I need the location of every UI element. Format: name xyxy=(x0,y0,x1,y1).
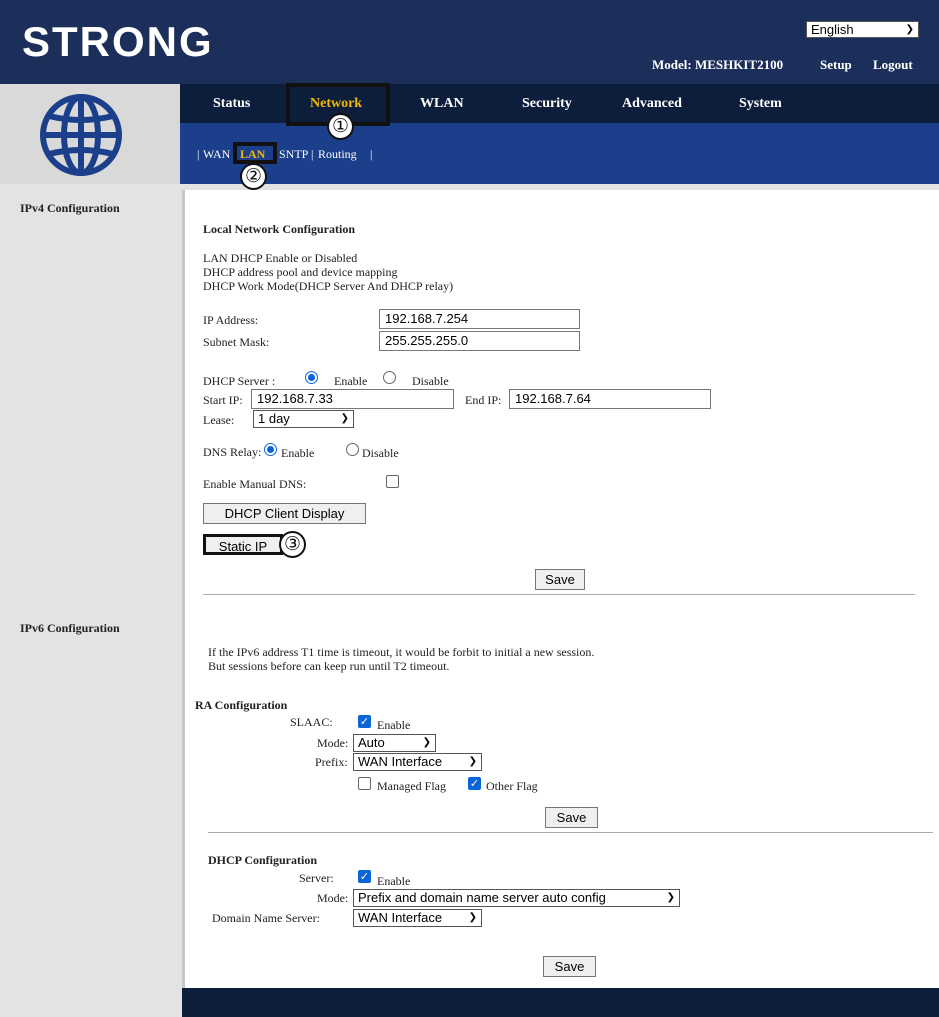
dhcp-server-v6-enable-label: Enable xyxy=(377,874,411,888)
static-ip-button[interactable]: Static IP xyxy=(203,534,283,555)
language-select[interactable]: English ❯ xyxy=(806,21,919,38)
manual-dns-checkbox[interactable] xyxy=(386,475,399,488)
logout-link[interactable]: Logout xyxy=(873,57,913,73)
dhcp-client-display-button[interactable]: DHCP Client Display xyxy=(203,503,366,524)
sidebar-ipv6-heading: IPv6 Configuration xyxy=(20,621,120,635)
chevron-down-icon: ❯ xyxy=(340,413,349,424)
subnav-sntp[interactable]: SNTP xyxy=(279,147,308,162)
section-divider xyxy=(208,832,933,833)
lease-select[interactable]: 1 day ❯ xyxy=(253,410,354,428)
nav-wlan[interactable]: WLAN xyxy=(420,96,464,112)
dns-relay-enable-radio[interactable] xyxy=(264,443,277,456)
footer-bar xyxy=(182,988,939,1017)
dhcp-mode-label: Mode: xyxy=(317,891,349,905)
ra-mode-select[interactable]: Auto ❯ xyxy=(353,734,436,752)
other-flag-checkbox[interactable]: ✓ xyxy=(468,777,481,790)
dhcp-mode-value: Prefix and domain name server auto confi… xyxy=(358,890,606,905)
dhcp-save-button[interactable]: Save xyxy=(543,956,596,977)
lease-value: 1 day xyxy=(258,411,290,426)
subnav-wan[interactable]: WAN xyxy=(203,147,230,162)
ra-mode-value: Auto xyxy=(358,735,385,750)
callout-number-3: ③ xyxy=(279,531,306,558)
dns-relay-disable-radio[interactable] xyxy=(346,443,359,456)
manual-dns-label: Enable Manual DNS: xyxy=(203,477,307,491)
ipv6-note-1: If the IPv6 address T1 time is timeout, … xyxy=(208,645,595,659)
dhcp-server-v6-checkbox[interactable]: ✓ xyxy=(358,870,371,883)
nav-status[interactable]: Status xyxy=(213,96,250,112)
chevron-down-icon: ❯ xyxy=(422,737,431,748)
ipv4-desc-1: LAN DHCP Enable or Disabled xyxy=(203,251,358,265)
ra-mode-label: Mode: xyxy=(317,736,349,750)
subnav-routing[interactable]: Routing xyxy=(318,147,357,162)
dns-relay-label: DNS Relay: xyxy=(203,445,262,459)
dhcp-server-disable-label: Disable xyxy=(412,374,449,388)
slaac-label: SLAAC: xyxy=(290,715,333,729)
dhcp-mode-select[interactable]: Prefix and domain name server auto confi… xyxy=(353,889,680,907)
chevron-down-icon: ❯ xyxy=(905,24,914,35)
subnav-sep: | xyxy=(197,147,200,161)
ip-address-label: IP Address: xyxy=(203,313,259,327)
globe-icon xyxy=(40,94,122,176)
local-network-title: Local Network Configuration xyxy=(203,222,355,236)
domain-name-server-label: Domain Name Server: xyxy=(212,911,320,925)
dhcp-server-enable-radio[interactable] xyxy=(305,371,318,384)
setup-link[interactable]: Setup xyxy=(820,57,852,73)
slaac-enable-label: Enable xyxy=(377,718,411,732)
start-ip-input[interactable]: 192.168.7.33 xyxy=(251,389,454,409)
dhcp-server-enable-label: Enable xyxy=(334,374,368,388)
dhcp-server-disable-radio[interactable] xyxy=(383,371,396,384)
nav-system[interactable]: System xyxy=(739,96,782,112)
chevron-down-icon: ❯ xyxy=(666,892,675,903)
ipv4-desc-2: DHCP address pool and device mapping xyxy=(203,265,398,279)
slaac-enable-checkbox[interactable]: ✓ xyxy=(358,715,371,728)
end-ip-label: End IP: xyxy=(465,393,502,407)
language-value: English xyxy=(811,22,854,37)
start-ip-label: Start IP: xyxy=(203,393,243,407)
strong-logo: STRONG xyxy=(22,18,214,65)
ipv4-save-button[interactable]: Save xyxy=(535,569,585,590)
sidebar-ipv4-heading: IPv4 Configuration xyxy=(20,201,120,215)
nav-security[interactable]: Security xyxy=(522,96,572,112)
ra-save-button[interactable]: Save xyxy=(545,807,598,828)
subnav-sep: | xyxy=(311,147,314,161)
domain-name-server-select[interactable]: WAN Interface ❯ xyxy=(353,909,482,927)
dhcp-config-title: DHCP Configuration xyxy=(208,853,318,867)
dhcp-server-v6-label: Server: xyxy=(299,871,334,885)
ipv4-desc-3: DHCP Work Mode(DHCP Server And DHCP rela… xyxy=(203,279,454,293)
other-flag-label: Other Flag xyxy=(486,779,538,793)
globe-panel xyxy=(0,84,180,184)
callout-number-1: ① xyxy=(327,113,354,140)
ip-address-input[interactable]: 192.168.7.254 xyxy=(379,309,580,329)
ra-config-title: RA Configuration xyxy=(195,698,288,712)
end-ip-input[interactable]: 192.168.7.64 xyxy=(509,389,711,409)
chevron-down-icon: ❯ xyxy=(468,756,477,767)
prefix-value: WAN Interface xyxy=(358,754,443,769)
subnav-sep: | xyxy=(370,147,373,161)
prefix-select[interactable]: WAN Interface ❯ xyxy=(353,753,482,771)
callout-box-lan xyxy=(233,142,277,164)
nav-advanced[interactable]: Advanced xyxy=(622,96,682,112)
ipv6-note-2: But sessions before can keep run until T… xyxy=(208,659,450,673)
dns-relay-disable-label: Disable xyxy=(362,446,399,460)
domain-name-server-value: WAN Interface xyxy=(358,910,443,925)
chevron-down-icon: ❯ xyxy=(468,912,477,923)
model-label: Model: MESHKIT2100 xyxy=(652,57,784,72)
dhcp-server-label: DHCP Server : xyxy=(203,374,276,388)
lease-label: Lease: xyxy=(203,413,235,427)
subnet-mask-label: Subnet Mask: xyxy=(203,335,270,349)
dns-relay-enable-label: Enable xyxy=(281,446,315,460)
prefix-label: Prefix: xyxy=(315,755,348,769)
callout-number-2: ② xyxy=(240,163,267,190)
managed-flag-label: Managed Flag xyxy=(377,779,446,793)
section-divider xyxy=(203,594,915,595)
subnet-mask-input[interactable]: 255.255.255.0 xyxy=(379,331,580,351)
managed-flag-checkbox[interactable] xyxy=(358,777,371,790)
